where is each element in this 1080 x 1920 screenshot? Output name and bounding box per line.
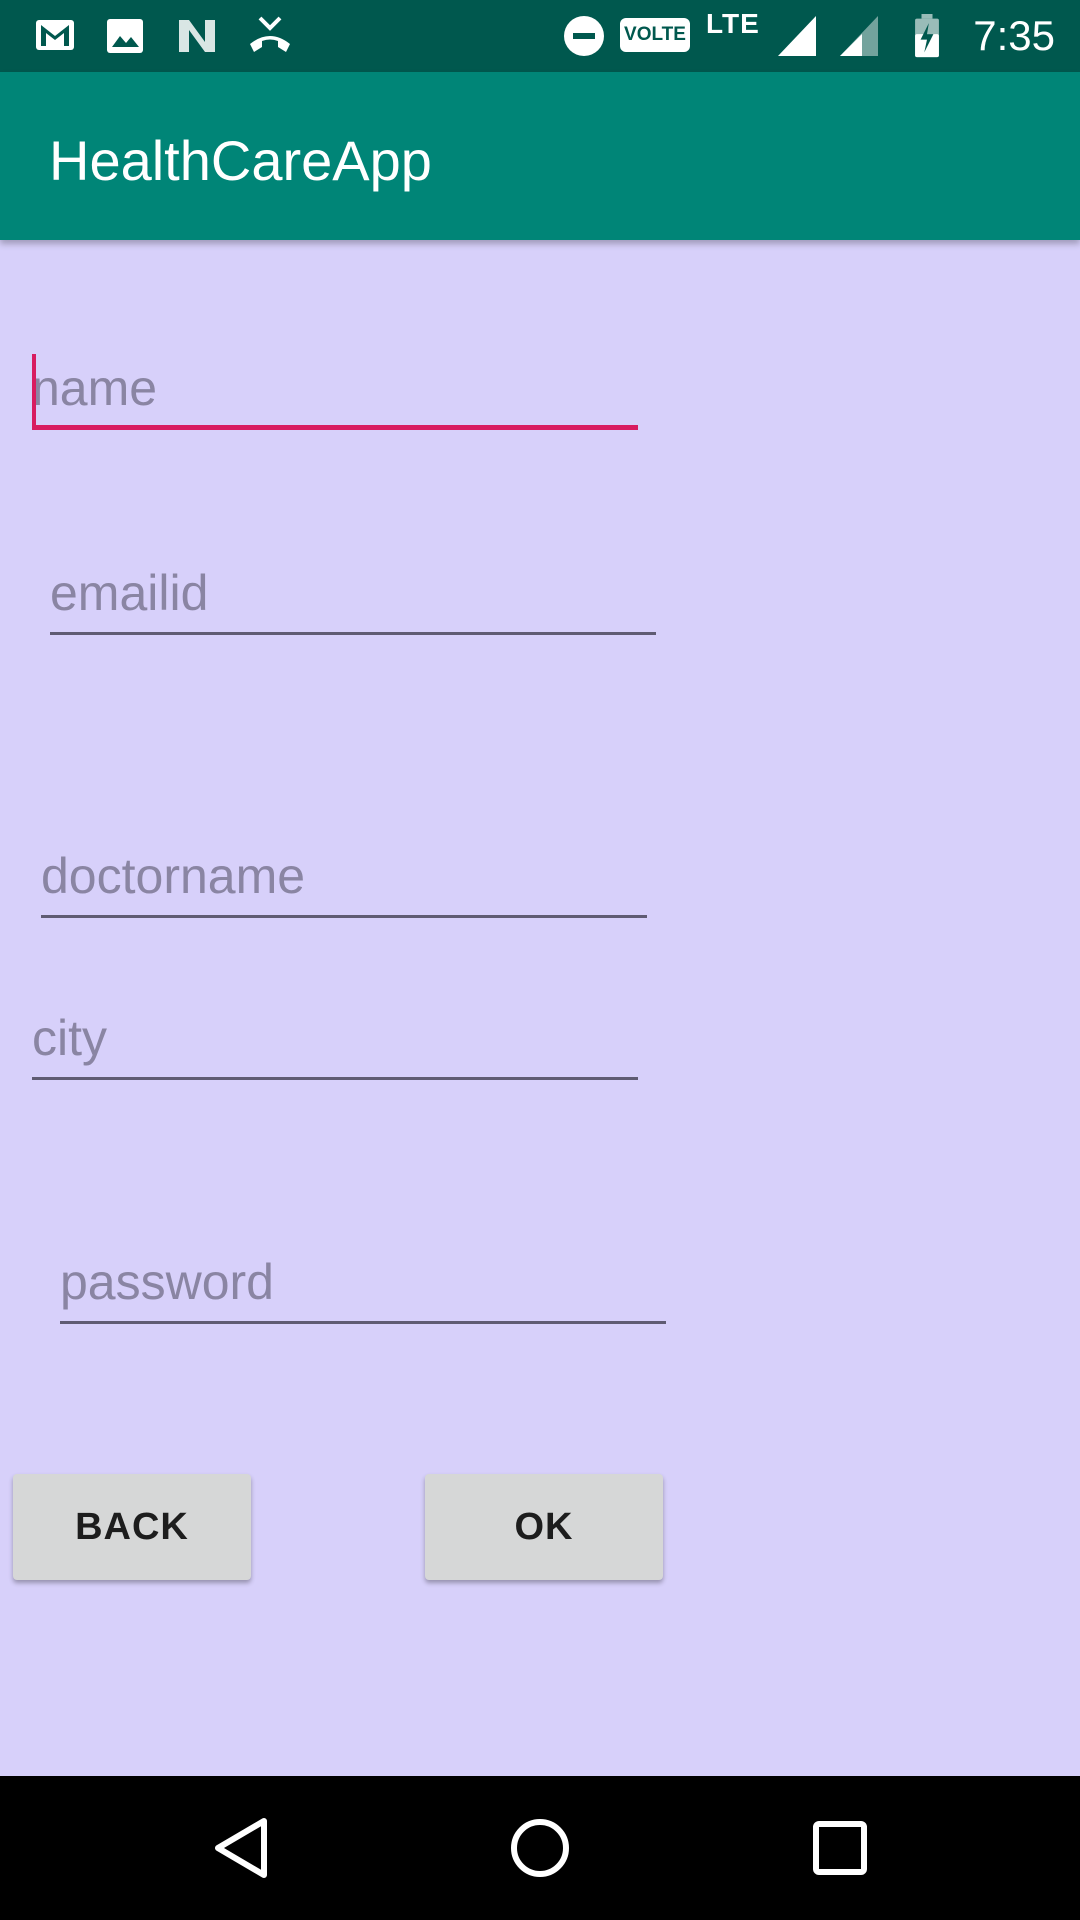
password-underline — [60, 1321, 666, 1324]
network-type-label: LTE — [706, 8, 760, 39]
back-triangle-icon[interactable] — [196, 1803, 286, 1893]
home-circle-icon[interactable] — [495, 1803, 585, 1893]
name-underline — [32, 425, 638, 430]
email-field[interactable] — [50, 555, 656, 635]
screen: VOLTE LTE 7:35 HealthCareApp name emaili… — [0, 0, 1080, 1920]
image-icon — [107, 19, 143, 53]
status-time: 7:35 — [973, 12, 1055, 59]
battery-charging-icon — [915, 14, 939, 58]
city-field[interactable] — [32, 1000, 638, 1080]
missed-call-icon — [250, 16, 290, 52]
gmail-icon — [36, 20, 74, 50]
email-underline — [50, 632, 656, 635]
signal-icon — [778, 16, 816, 56]
city-underline — [32, 1077, 638, 1080]
doctorname-input[interactable] — [41, 838, 647, 914]
city-input[interactable] — [32, 1000, 638, 1076]
password-input[interactable] — [60, 1244, 666, 1320]
n-app-icon — [179, 20, 215, 52]
volte-badge: VOLTE — [620, 18, 690, 52]
ok-button[interactable]: OK — [425, 1474, 663, 1580]
app-title: HealthCareApp — [49, 129, 432, 192]
app-bar: HealthCareApp — [0, 72, 1080, 240]
signal-secondary-icon — [840, 16, 878, 56]
password-field[interactable] — [60, 1244, 666, 1324]
back-button[interactable]: BACK — [13, 1474, 251, 1580]
doctorname-underline — [41, 915, 647, 918]
navigation-bar — [0, 1776, 1080, 1920]
doctorname-field[interactable] — [41, 838, 647, 918]
recents-square-icon[interactable] — [795, 1803, 885, 1893]
text-cursor — [32, 354, 36, 426]
do-not-disturb-icon — [564, 16, 604, 56]
status-bar: VOLTE LTE 7:35 — [0, 0, 1080, 72]
name-field[interactable] — [32, 350, 638, 430]
name-input[interactable] — [32, 350, 638, 426]
email-input[interactable] — [50, 555, 656, 631]
